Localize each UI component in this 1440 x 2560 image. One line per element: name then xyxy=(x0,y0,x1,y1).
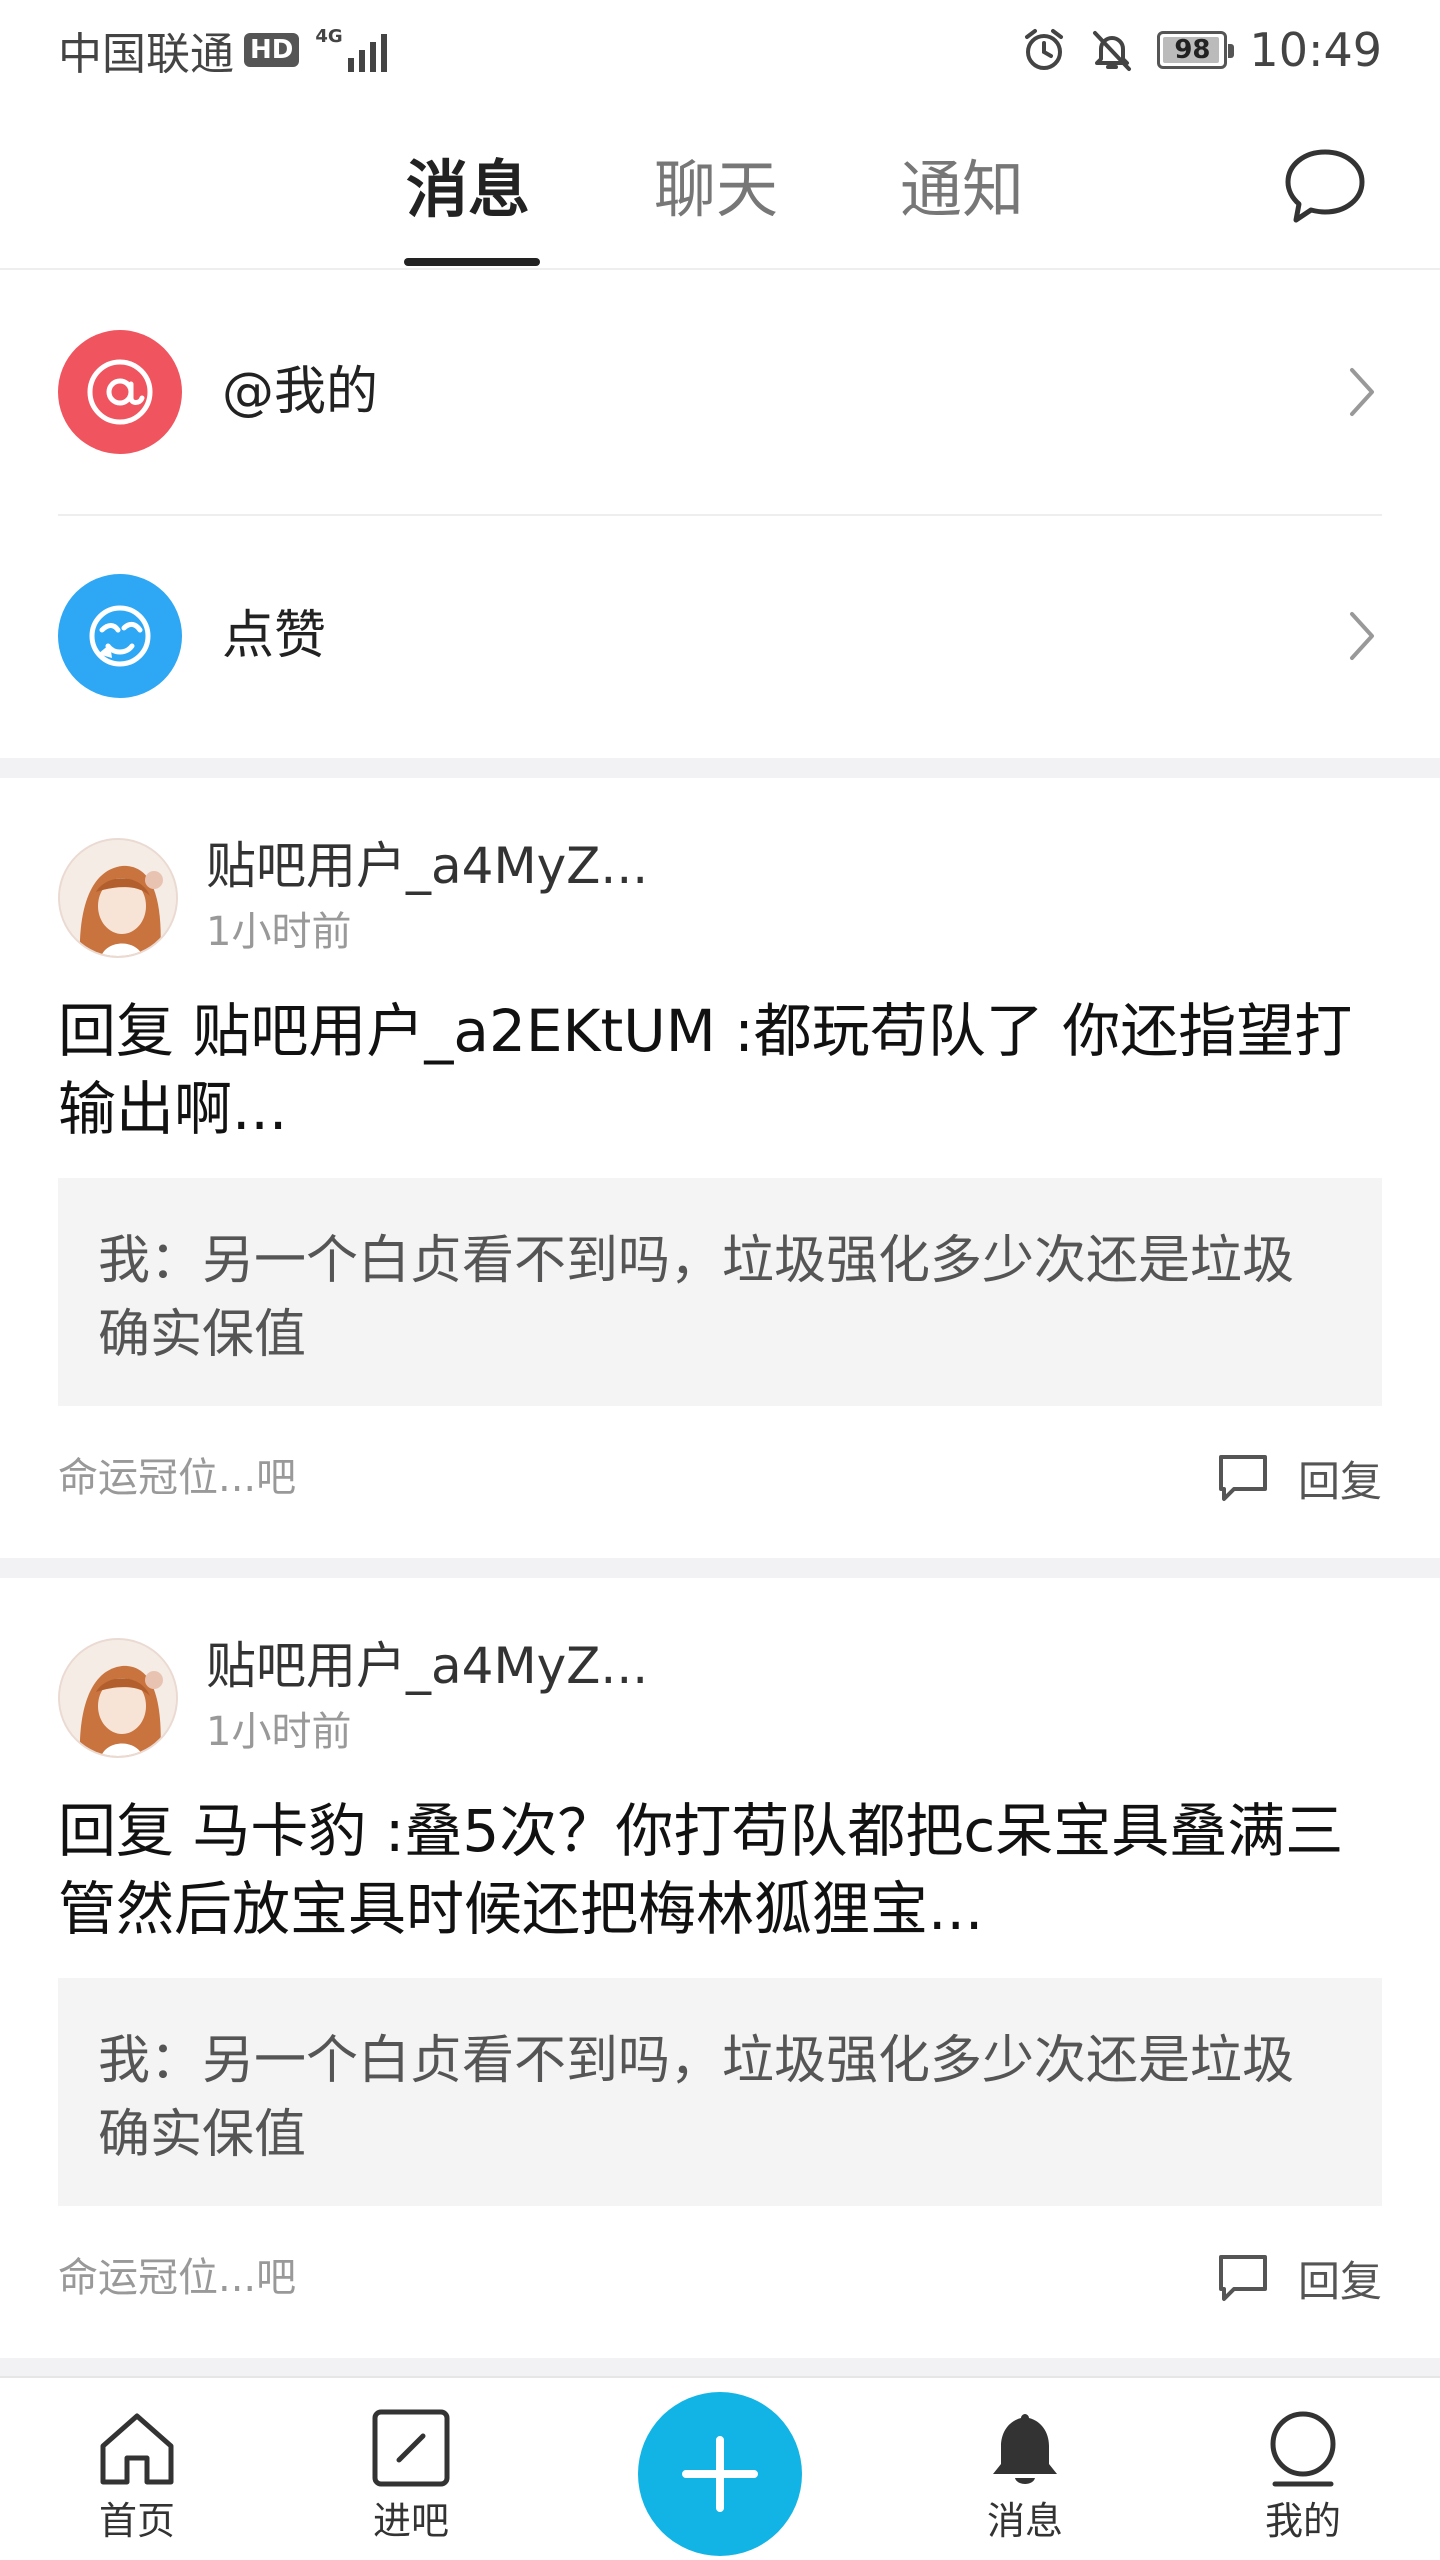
chevron-right-icon xyxy=(1350,368,1374,416)
enter-bar-icon xyxy=(372,2409,450,2487)
entry-at-me[interactable]: @我的 xyxy=(0,272,1440,512)
nav-messages[interactable]: 消息 xyxy=(950,2406,1100,2556)
battery-level: 98 xyxy=(1174,35,1211,65)
chevron-right-icon xyxy=(1350,612,1374,660)
create-post-button[interactable] xyxy=(638,2392,802,2556)
section-gap xyxy=(0,1558,1440,1578)
quoted-post[interactable]: 我：另一个白贞看不到吗，垃圾强化多少次还是垃圾确实保值 xyxy=(58,1978,1382,2206)
nav-label: 首页 xyxy=(98,2499,175,2543)
comment-icon xyxy=(1218,2255,1267,2301)
reply-button[interactable]: 回复 xyxy=(1216,1443,1382,1513)
tab-notifications[interactable]: 通知 xyxy=(900,150,1024,230)
status-bar: 中国联通 HD 4G 98 10:49 xyxy=(0,0,1440,100)
bell-icon xyxy=(993,2414,1057,2484)
signal-icon: 4G xyxy=(315,26,387,72)
timestamp: 1小时前 xyxy=(206,1709,352,1755)
tab-messages[interactable]: 消息 xyxy=(406,150,530,230)
battery-icon: 98 xyxy=(1157,31,1235,69)
status-right: 98 10:49 xyxy=(1021,18,1382,82)
reply-text[interactable]: 回复 贴吧用户_a2EKtUM :都玩苟队了 你还指望打输出啊... xyxy=(58,992,1388,1148)
clock: 10:49 xyxy=(1249,23,1382,77)
nav-mine[interactable]: 我的 xyxy=(1228,2406,1378,2556)
section-gap xyxy=(0,2358,1440,2376)
hd-badge: HD xyxy=(244,33,300,67)
top-tabbar: 消息 聊天 通知 xyxy=(0,100,1440,270)
section-gap xyxy=(0,758,1440,778)
tab-chat[interactable]: 聊天 xyxy=(654,150,778,230)
alarm-icon xyxy=(1025,29,1064,70)
bottom-nav: 首页 进吧 消息 我的 xyxy=(0,2376,1440,2560)
mute-icon xyxy=(1093,31,1132,71)
avatar[interactable] xyxy=(58,1638,178,1758)
plus-icon xyxy=(682,2436,758,2512)
reply-card[interactable]: 贴吧用户_a4MyZ... 1小时前 回复 马卡豹 :叠5次？你打苟队都把c呆宝… xyxy=(0,1578,1440,2358)
reply-label: 回复 xyxy=(1297,2256,1382,2306)
profile-icon xyxy=(1270,2411,1336,2487)
carrier-name: 中国联通 xyxy=(58,29,234,80)
active-tab-indicator xyxy=(404,258,540,266)
comment-icon xyxy=(1218,1455,1267,1501)
avatar[interactable] xyxy=(58,838,178,958)
entry-likes[interactable]: 点赞 xyxy=(0,516,1440,756)
forum-name[interactable]: 命运冠位...吧 xyxy=(58,2248,296,2308)
reply-label: 回复 xyxy=(1297,1456,1382,1506)
reply-button[interactable]: 回复 xyxy=(1216,2243,1382,2313)
nav-label: 进吧 xyxy=(372,2499,449,2543)
username[interactable]: 贴吧用户_a4MyZ... xyxy=(206,1634,648,1698)
home-icon xyxy=(100,2413,174,2485)
timestamp: 1小时前 xyxy=(206,909,352,955)
nav-label: 消息 xyxy=(986,2499,1063,2543)
reply-card[interactable]: 贴吧用户_a4MyZ... 1小时前 回复 贴吧用户_a2EKtUM :都玩苟队… xyxy=(0,778,1440,1558)
status-left: 中国联通 HD 4G xyxy=(58,18,387,82)
chat-bubble-icon[interactable] xyxy=(1280,140,1370,230)
nav-label: 我的 xyxy=(1264,2499,1341,2543)
at-icon xyxy=(58,330,182,454)
forum-name[interactable]: 命运冠位...吧 xyxy=(58,1448,296,1508)
like-icon xyxy=(58,574,182,698)
network-type: 4G xyxy=(315,26,343,47)
entry-label: @我的 xyxy=(222,362,379,422)
entry-label: 点赞 xyxy=(222,606,327,666)
reply-text[interactable]: 回复 马卡豹 :叠5次？你打苟队都把c呆宝具叠满三管然后放宝具时候还把梅林狐狸宝… xyxy=(58,1792,1388,1948)
quoted-post[interactable]: 我：另一个白贞看不到吗，垃圾强化多少次还是垃圾确实保值 xyxy=(58,1178,1382,1406)
username[interactable]: 贴吧用户_a4MyZ... xyxy=(206,834,648,898)
nav-enter-bar[interactable]: 进吧 xyxy=(336,2406,486,2556)
nav-home[interactable]: 首页 xyxy=(62,2406,212,2556)
